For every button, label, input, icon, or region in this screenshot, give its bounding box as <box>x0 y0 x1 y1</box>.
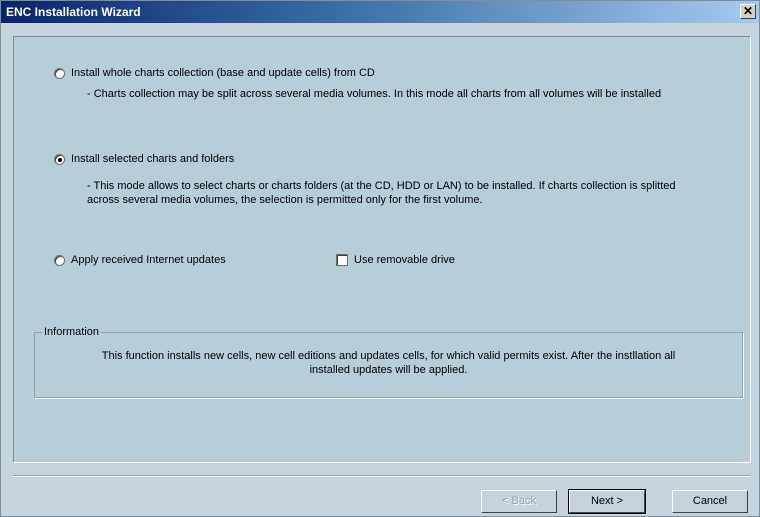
whole-collection-description: - Charts collection may be split across … <box>87 88 662 100</box>
information-groupbox: Information This function installs new c… <box>34 326 743 398</box>
removable-drive-label: Use removable drive <box>354 254 455 266</box>
button-separator <box>13 475 751 477</box>
cancel-button[interactable]: Cancel <box>672 490 748 513</box>
removable-drive-checkbox[interactable] <box>336 254 348 266</box>
selected-charts-label: Install selected charts and folders <box>71 153 235 165</box>
information-text: This function installs new cells, new ce… <box>101 350 676 376</box>
selected-charts-radio[interactable] <box>54 153 65 165</box>
internet-updates-radio[interactable] <box>54 254 65 266</box>
wizard-panel: Install whole charts collection (base an… <box>13 36 751 463</box>
close-icon[interactable]: ✕ <box>740 4 756 19</box>
back-button[interactable]: < Back <box>481 490 557 513</box>
whole-collection-radio[interactable] <box>54 67 65 79</box>
window-title: ENC Installation Wizard <box>6 5 141 19</box>
next-button[interactable]: Next > <box>568 489 646 514</box>
removable-drive-checkbox-row[interactable]: Use removable drive <box>336 254 455 266</box>
information-legend: Information <box>42 326 102 338</box>
option-selected-charts[interactable]: Install selected charts and folders <box>54 153 234 165</box>
internet-updates-label: Apply received Internet updates <box>71 254 226 266</box>
wizard-window: ENC Installation Wizard ✕ Install whole … <box>0 0 760 517</box>
title-bar[interactable]: ENC Installation Wizard ✕ <box>1 1 759 23</box>
option-whole-collection[interactable]: Install whole charts collection (base an… <box>54 67 375 79</box>
option-internet-updates[interactable]: Apply received Internet updates <box>54 254 226 266</box>
whole-collection-label: Install whole charts collection (base an… <box>71 67 375 79</box>
selected-charts-description: - This mode allows to select charts or c… <box>87 180 676 206</box>
